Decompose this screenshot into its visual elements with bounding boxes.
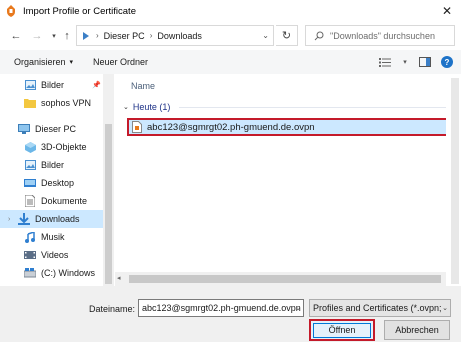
back-arrow-icon[interactable]: ← (8, 28, 24, 44)
nav-item-downloads[interactable]: › Downloads (0, 210, 103, 228)
pictures-icon (24, 159, 36, 171)
address-bar[interactable]: › Dieser PC › Downloads ⌄ (76, 25, 274, 46)
drive-icon (24, 267, 36, 279)
nav-item-label: sophos VPN (41, 98, 92, 108)
nav-item-sophos-vpn[interactable]: sophos VPN (0, 94, 103, 112)
nav-item-label: Downloads (35, 214, 80, 224)
filetype-select[interactable]: Profiles and Certificates (*.ovpn; ⌄ (309, 299, 451, 317)
content-scrollbar[interactable] (446, 74, 461, 286)
nav-item-desktop[interactable]: Desktop (0, 174, 103, 192)
pin-icon: 📌 (92, 82, 101, 89)
videos-icon (24, 249, 36, 261)
nav-scrollbar-thumb[interactable] (105, 124, 112, 284)
column-header-name[interactable]: Name (131, 81, 155, 91)
navigation-pane: Bilder 📌 sophos VPN Dieser PC 3D-Objekte… (0, 74, 114, 286)
address-row: ← → ▾ ↑ › Dieser PC › Downloads ⌄ ↻ "Dow… (0, 22, 461, 50)
app-icon (5, 5, 17, 17)
search-icon (314, 31, 324, 41)
filename-dropdown-icon[interactable]: ⌄ (295, 304, 301, 312)
filename-input[interactable]: abc123@sgmrgt02.ph-gmuend.de.ovpn ⌄ (138, 299, 304, 317)
file-list: Name ⌄ Heute (1) abc123@sgmrgt02.ph-gmue… (115, 74, 461, 286)
file-row-ovpn[interactable]: abc123@sgmrgt02.ph-gmuend.de.ovpn (127, 118, 459, 136)
horizontal-scrollbar-thumb[interactable] (129, 275, 441, 283)
window-title: Import Profile or Certificate (23, 5, 136, 17)
search-input[interactable]: "Downloads" durchsuchen (305, 25, 455, 46)
close-icon[interactable]: ✕ (439, 3, 455, 19)
organize-label: Organisieren (14, 57, 66, 67)
nav-item-label: Musik (41, 232, 65, 242)
group-divider (179, 107, 449, 108)
nav-item-label: Bilder (41, 80, 65, 90)
cancel-button[interactable]: Abbrechen (384, 320, 450, 340)
chevron-down-icon: ⌄ (123, 104, 129, 111)
open-button[interactable]: Öffnen (309, 319, 375, 341)
address-dropdown-icon[interactable]: ⌄ (262, 31, 269, 40)
group-label: Heute (1) (132, 102, 171, 112)
nav-scrollbar[interactable] (103, 74, 114, 286)
up-arrow-icon[interactable]: ↑ (59, 28, 75, 44)
file-name: abc123@sgmrgt02.ph-gmuend.de.ovpn (147, 121, 315, 133)
3d-objects-icon (24, 141, 36, 153)
filename-label: Dateiname: (89, 304, 136, 314)
refresh-icon[interactable]: ↻ (276, 25, 298, 46)
documents-icon (24, 195, 36, 207)
filetype-dropdown-icon[interactable]: ⌄ (442, 304, 448, 312)
chevron-down-icon: ▾ (69, 59, 74, 66)
help-icon[interactable]: ? (441, 56, 453, 68)
footer-bar: Dateiname: abc123@sgmrgt02.ph-gmuend.de.… (0, 286, 461, 342)
nav-item-label: Dokumente (41, 196, 88, 206)
nav-item-label: Desktop (41, 178, 75, 188)
nav-item-label: Videos (41, 250, 69, 260)
desktop-icon (24, 177, 36, 189)
preview-pane-icon[interactable] (417, 54, 433, 70)
view-controls: ▾ ? (377, 54, 453, 70)
nav-item-label: Bilder (41, 160, 65, 170)
horizontal-scrollbar[interactable]: ◂ (115, 272, 446, 286)
computer-icon (18, 123, 30, 135)
filetype-value: Profiles and Certificates (*.ovpn; (313, 303, 442, 313)
view-dropdown-icon[interactable]: ▾ (401, 54, 409, 70)
nav-item-videos[interactable]: Videos (0, 246, 103, 264)
new-folder-button[interactable]: Neuer Ordner (93, 57, 148, 67)
music-icon (24, 231, 36, 243)
downloads-icon (18, 213, 30, 225)
breadcrumb-separator-icon: › (149, 31, 153, 40)
scroll-left-icon[interactable]: ◂ (117, 274, 121, 282)
nav-item-dieser-pc[interactable]: Dieser PC (0, 120, 103, 138)
organize-button[interactable]: Organisieren ▾ (14, 57, 73, 67)
nav-item-3d-objekte[interactable]: 3D-Objekte (0, 138, 103, 156)
nav-item-label: Dieser PC (35, 124, 77, 134)
breadcrumb-separator-icon: › (96, 31, 99, 40)
command-toolbar: Organisieren ▾ Neuer Ordner ▾ ? (0, 50, 461, 74)
expand-chevron-icon[interactable]: › (8, 216, 16, 223)
nav-item-c-windows[interactable]: (C:) Windows (0, 264, 103, 282)
content-scrollbar-thumb[interactable] (451, 78, 459, 284)
view-options-icon[interactable] (377, 54, 393, 70)
nav-item-bilder-quick[interactable]: Bilder 📌 (0, 76, 103, 94)
pictures-icon (24, 79, 36, 91)
folder-icon (24, 97, 36, 109)
arrow-location-icon (81, 31, 91, 41)
nav-item-musik[interactable]: Musik (0, 228, 103, 246)
breadcrumb-dieser-pc[interactable]: Dieser PC (104, 31, 145, 41)
nav-item-bilder[interactable]: Bilder (0, 156, 103, 174)
ovpn-file-icon (132, 121, 142, 133)
forward-arrow-icon[interactable]: → (29, 28, 45, 44)
search-placeholder: "Downloads" durchsuchen (330, 30, 435, 41)
nav-item-label: 3D-Objekte (41, 142, 87, 152)
nav-item-label: (C:) Windows (41, 268, 96, 278)
filename-value: abc123@sgmrgt02.ph-gmuend.de.ovpn (142, 303, 301, 313)
open-button-label: Öffnen (313, 322, 371, 338)
breadcrumb-downloads[interactable]: Downloads (157, 31, 202, 41)
group-header-today[interactable]: ⌄ Heute (1) (123, 102, 449, 112)
title-bar: Import Profile or Certificate ✕ (0, 0, 461, 22)
nav-item-dokumente[interactable]: Dokumente (0, 192, 103, 210)
